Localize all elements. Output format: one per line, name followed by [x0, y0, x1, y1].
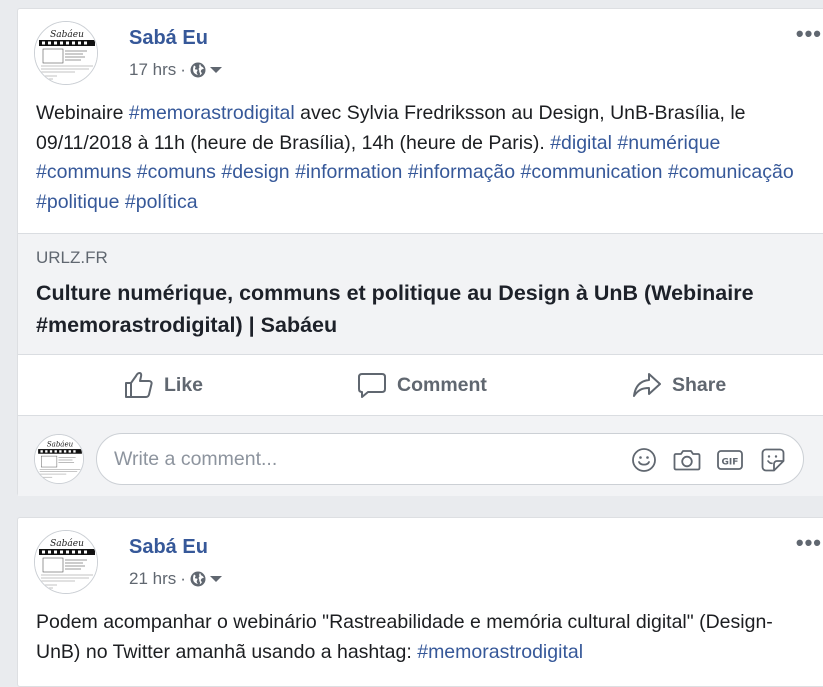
svg-text:Sabáeu: Sabáeu — [50, 29, 84, 40]
privacy-selector[interactable] — [190, 62, 223, 78]
post-header: Sabáeu Sabá E — [34, 21, 821, 85]
hashtag-link[interactable]: #comunicação — [668, 161, 794, 183]
meta-separator: · — [180, 60, 186, 79]
avatar-logo-image: Sabáeu — [35, 22, 97, 84]
post-author-name[interactable]: Sabá Eu — [129, 536, 208, 559]
avatar[interactable]: Sabáeu — [34, 434, 84, 484]
avatar-logo-image: Sabáeu — [35, 435, 83, 483]
hashtag-link[interactable]: #design — [221, 161, 289, 183]
hashtag-link[interactable]: #informação — [408, 161, 515, 183]
feed-post: Sabáeu Sabá E — [17, 517, 823, 687]
hashtag-link[interactable]: #política — [125, 191, 198, 213]
post-text-segment: Webinaire — [36, 102, 129, 124]
post-timestamp[interactable]: 17 hrs — [129, 60, 176, 80]
post-text-segment: Podem acompanhar o webinário "Rastreabil… — [36, 611, 773, 663]
privacy-selector[interactable] — [190, 571, 223, 587]
share-button[interactable]: Share — [632, 367, 726, 403]
post-text: Webinaire #memorastrodigital avec Sylvia… — [36, 99, 806, 217]
comment-composer: Sabáeu Write a comment... GIF — [18, 416, 823, 496]
speech-bubble-icon — [358, 373, 386, 398]
link-title[interactable]: Culture numérique, communs et politique … — [36, 277, 806, 341]
hashtag-link[interactable]: #politique — [36, 191, 119, 213]
svg-text:GIF: GIF — [722, 458, 739, 468]
more-options-icon[interactable]: ••• — [796, 23, 822, 45]
feed-post: Sabáeu Sabá E — [17, 8, 823, 496]
hashtag-link[interactable]: #memorastrodigital — [129, 102, 295, 124]
meta-separator: · — [180, 569, 186, 588]
smiley-icon[interactable] — [630, 446, 658, 474]
comment-attachments: GIF — [630, 446, 802, 474]
globe-icon — [190, 571, 206, 587]
gif-icon[interactable]: GIF — [716, 446, 744, 474]
camera-icon[interactable] — [673, 446, 701, 474]
hashtag-link[interactable]: #memorastrodigital — [417, 641, 583, 663]
post-meta: 17 hrs · — [129, 60, 223, 80]
share-arrow-icon — [633, 373, 661, 397]
post-timestamp[interactable]: 21 hrs — [129, 569, 176, 589]
share-label: Share — [672, 373, 727, 396]
link-domain: URLZ.FR — [36, 248, 108, 267]
caret-down-icon — [209, 576, 222, 582]
post-actions: Like Comment Share — [18, 355, 823, 416]
hashtag-link[interactable]: #communication — [521, 161, 663, 183]
hashtag-link[interactable]: #digital — [550, 132, 612, 154]
globe-icon — [190, 62, 206, 78]
comment-button[interactable]: Comment — [357, 367, 487, 403]
more-options-icon[interactable]: ••• — [796, 532, 822, 554]
link-preview-card[interactable]: URLZ.FR Culture numérique, communs et po… — [18, 233, 823, 355]
post-author-name[interactable]: Sabá Eu — [129, 27, 208, 50]
like-label: Like — [164, 373, 204, 396]
svg-text:Sabáeu: Sabáeu — [47, 440, 74, 449]
comment-label: Comment — [397, 373, 487, 396]
hashtag-link[interactable]: #comuns — [137, 161, 216, 183]
caret-down-icon — [209, 67, 222, 73]
avatar[interactable]: Sabáeu — [34, 21, 98, 85]
hashtag-link[interactable]: #numérique — [617, 132, 720, 154]
svg-text:Sabáeu: Sabáeu — [50, 538, 84, 549]
hashtag-link[interactable]: #communs — [36, 161, 131, 183]
avatar[interactable]: Sabáeu — [34, 530, 98, 594]
post-header: Sabáeu Sabá E — [34, 530, 821, 594]
post-text: Podem acompanhar o webinário "Rastreabil… — [36, 608, 806, 667]
post-meta: 21 hrs · — [129, 569, 223, 589]
thumbs-up-icon — [125, 372, 153, 398]
like-button[interactable]: Like — [124, 367, 203, 403]
hashtag-link[interactable]: #information — [295, 161, 402, 183]
avatar-logo-image: Sabáeu — [35, 531, 97, 593]
sticker-icon[interactable] — [759, 446, 787, 474]
